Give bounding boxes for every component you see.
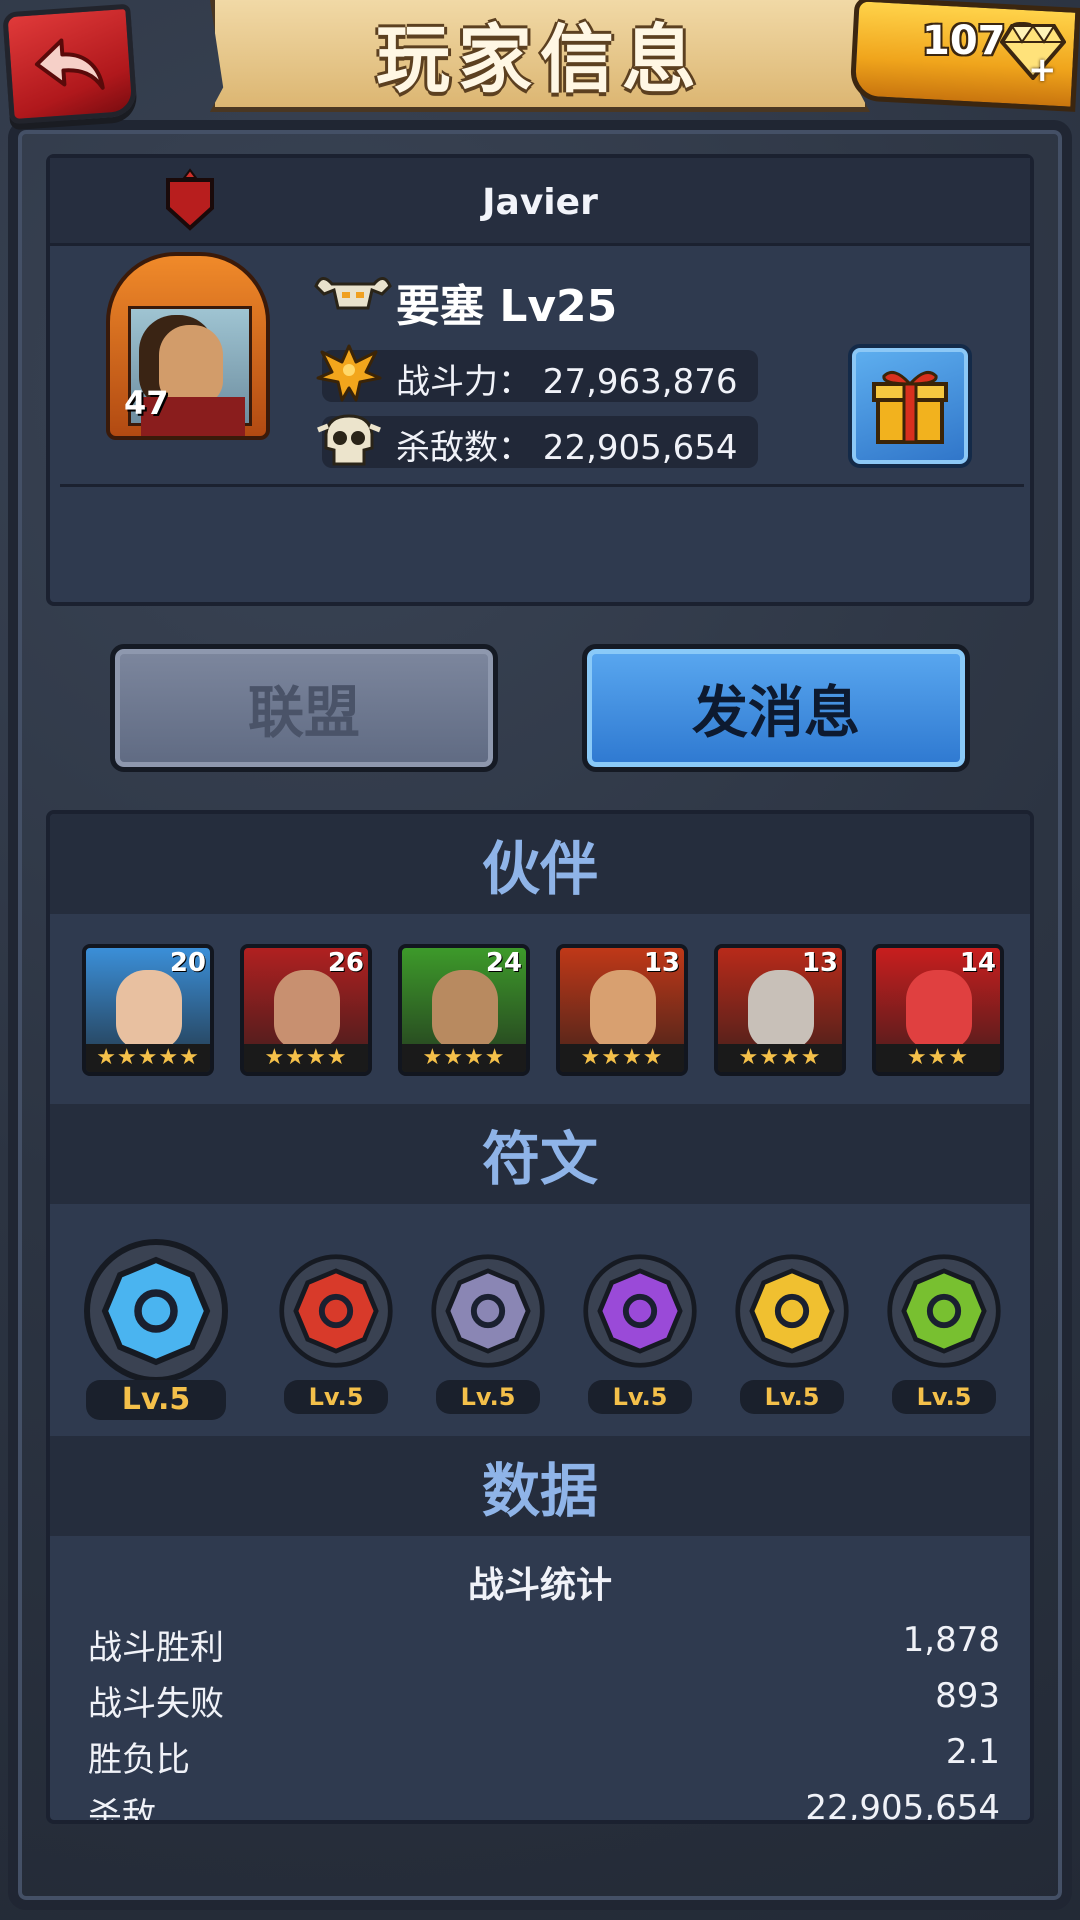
hero-card[interactable]: 14 ★★★ [872,944,1004,1076]
rune-level: Lv.5 [892,1380,996,1414]
battle-stat-value: 893 [935,1676,1000,1716]
hero-portrait [748,970,814,1050]
hero-portrait [116,970,182,1050]
hero-portrait [906,970,972,1050]
hero-portrait [274,970,340,1050]
title-banner: 玩家信息 [210,0,870,112]
page-title: 玩家信息 [376,17,704,103]
battle-stats-title: 战斗统计 [467,1565,612,1606]
rune-slot[interactable] [733,1252,851,1370]
player-name-bar: Javier [50,158,1030,246]
hero-level: 24 [485,948,522,978]
battle-stat-label: 杀敌 [88,1796,156,1824]
hero-stars: ★★★★ [560,1044,684,1072]
player-name: Javier [482,182,598,223]
hero-stars: ★★★★ [402,1044,526,1072]
hero-card[interactable]: 20 ★★★★★ [82,944,214,1076]
rune-slot[interactable] [429,1252,547,1370]
card-divider [60,484,1024,487]
skull-icon [317,414,381,466]
hero-portrait [432,970,498,1050]
hero-level: 26 [327,948,364,978]
data-title: 数据 [481,1457,598,1525]
rune-level: Lv.5 [436,1380,540,1414]
hero-stars: ★★★★★ [86,1044,210,1072]
rune-level: Lv.5 [284,1380,388,1414]
battle-stat-value: 22,905,654 [805,1788,1000,1824]
hero-card[interactable]: 13 ★★★★ [714,944,846,1076]
rune-gem-icon [735,1254,849,1368]
back-arrow-icon [34,38,105,90]
hero-card[interactable]: 26 ★★★★ [240,944,372,1076]
rune-slot[interactable] [885,1252,1003,1370]
fortress-skull-icon [314,277,392,310]
battle-stat-value: 1,878 [902,1620,1000,1660]
player-card: Javier 47 要塞 Lv25 战斗力： 27,963,876 杀敌数： 2… [46,154,1034,606]
data-header: 数据 [50,1436,1030,1536]
avatar-level: 47 [124,384,169,422]
power-stat: 战斗力： 27,963,876 [396,362,738,402]
rune-level: Lv.5 [740,1380,844,1414]
hero-card[interactable]: 13 ★★★★ [556,944,688,1076]
player-avatar[interactable]: 47 [106,252,270,440]
rune-slot[interactable] [277,1252,395,1370]
hero-card[interactable]: 24 ★★★★ [398,944,530,1076]
battle-stat-row: 战斗失败 893 [88,1676,1000,1724]
battle-stat-value: 2.1 [945,1732,1000,1772]
hero-stars: ★★★ [876,1044,1000,1072]
partners-header: 伙伴 [50,814,1030,914]
send-message-button[interactable]: 发消息 [582,644,970,772]
rune-slot[interactable] [81,1236,231,1386]
rune-gem-icon [279,1254,393,1368]
battle-stat-row: 战斗胜利 1,878 [88,1620,1000,1668]
battle-stat-row: 杀敌 22,905,654 [88,1788,1000,1824]
rune-gem-icon [887,1254,1001,1368]
rune-gem-icon [84,1239,228,1383]
runes-title: 符文 [481,1125,598,1193]
gift-button[interactable] [848,344,972,468]
battle-stat-label: 战斗胜利 [88,1628,224,1668]
gift-box-icon [872,370,948,444]
battle-stat-label: 胜负比 [88,1740,190,1780]
add-gems-plus-icon[interactable]: + [1028,53,1057,87]
avatar-face [159,325,223,405]
alliance-button[interactable]: 联盟 [110,644,498,772]
hero-stars: ★★★★ [244,1044,368,1072]
hero-stars: ★★★★ [718,1044,842,1072]
rune-slot[interactable] [581,1252,699,1370]
rune-level: Lv.5 [86,1380,226,1420]
partners-title: 伙伴 [481,835,598,903]
runes-header: 符文 [50,1104,1030,1204]
hero-level: 20 [169,948,206,978]
battle-stat-label: 战斗失败 [88,1684,224,1724]
hero-level: 14 [959,948,996,978]
rune-gem-icon [583,1254,697,1368]
battle-stat-row: 胜负比 2.1 [88,1732,1000,1780]
phoenix-icon [316,344,382,402]
hero-portrait [590,970,656,1050]
hero-level: 13 [643,948,680,978]
kills-stat: 杀敌数： 22,905,654 [396,428,738,468]
rune-level: Lv.5 [588,1380,692,1414]
fortress-level: 要塞 Lv25 [396,281,618,332]
rune-gem-icon [431,1254,545,1368]
back-button[interactable] [2,3,138,125]
hero-level: 13 [801,948,838,978]
